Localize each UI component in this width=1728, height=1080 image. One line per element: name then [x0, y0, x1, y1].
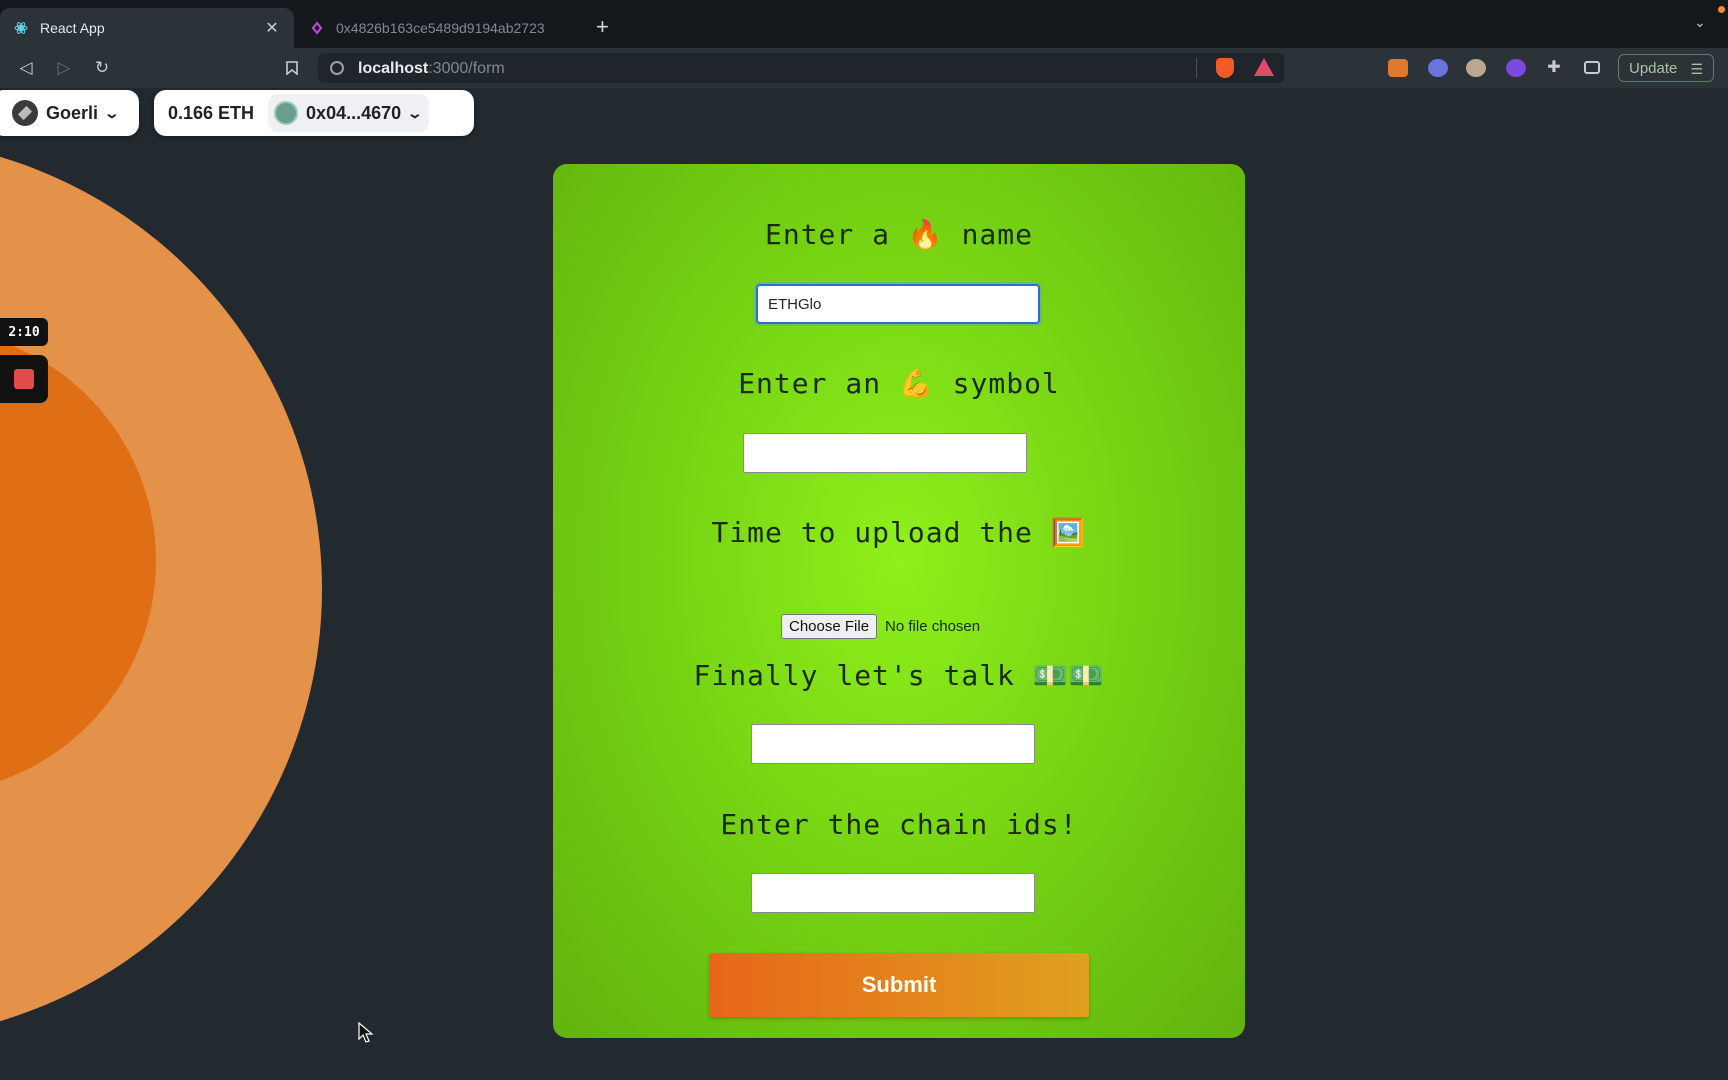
ethereum-icon — [12, 100, 38, 126]
symbol-prompt: Enter an 💪 symbol — [738, 367, 1060, 400]
chain-ids-prompt: Enter the chain ids! — [720, 808, 1078, 841]
url-text: localhost:3000/form — [358, 60, 505, 77]
stop-icon — [14, 369, 34, 389]
address-bar[interactable]: localhost:3000/form — [318, 53, 1284, 83]
menu-icon[interactable]: ☰ — [1690, 61, 1703, 78]
reload-icon[interactable]: ↻ — [88, 54, 116, 82]
page-viewport: Goerli ⌄ 0.166 ETH 0x04...4670 ⌄ 2:10 En… — [0, 88, 1728, 1080]
tab-title: 0x4826b163ce5489d9194ab2723 — [336, 20, 545, 36]
chain-favicon-icon — [310, 21, 324, 35]
avatar — [274, 101, 299, 125]
divider — [1196, 58, 1197, 78]
mouse-cursor-icon — [358, 1022, 374, 1043]
address-box[interactable]: 0x04...4670 ⌄ — [268, 94, 429, 132]
forward-icon[interactable]: ▷ — [50, 54, 78, 82]
react-favicon-icon — [14, 21, 28, 35]
tab-react-app[interactable]: React App ✕ — [0, 8, 294, 48]
site-info-icon[interactable] — [330, 61, 344, 75]
name-input[interactable] — [756, 284, 1040, 324]
name-prompt: Enter a 🔥 name — [764, 218, 1033, 251]
chevron-down-icon: ⌄ — [103, 104, 121, 121]
wallet-address: 0x04...4670 — [306, 102, 402, 123]
chevron-down-icon[interactable]: ⌄ — [1694, 14, 1706, 31]
recording-timer: 2:10 — [0, 318, 48, 346]
bookmark-icon[interactable] — [278, 54, 306, 82]
update-button[interactable]: Update ☰ — [1618, 54, 1714, 82]
brave-shield-icon[interactable] — [1216, 58, 1234, 78]
extension-icon[interactable] — [1466, 59, 1486, 77]
chevron-down-icon: ⌄ — [406, 104, 424, 121]
browser-toolbar: ◁ ▷ ↻ localhost:3000/form ✚ Update ☰ — [0, 48, 1728, 88]
file-upload: Choose File No file chosen — [781, 614, 980, 639]
chain-ids-input[interactable] — [751, 873, 1035, 913]
metamask-extension-icon[interactable] — [1388, 59, 1408, 77]
network-selector-button[interactable]: Goerli ⌄ — [0, 90, 139, 136]
image-prompt: Time to upload the 🖼️ — [711, 516, 1087, 549]
wallet-balance: 0.166 ETH — [168, 102, 255, 123]
amount-input[interactable] — [751, 724, 1035, 764]
account-button[interactable]: 0.166 ETH 0x04...4670 ⌄ — [154, 90, 474, 136]
tab-title: React App — [40, 20, 105, 36]
browser-tab-bar: React App ✕ 0x4826b163ce5489d9194ab2723 … — [0, 0, 1728, 48]
brave-rewards-icon[interactable] — [1254, 58, 1274, 76]
recording-dot-icon — [1718, 6, 1725, 13]
token-form-card: Enter a 🔥 name Enter an 💪 symbol Time to… — [553, 164, 1245, 1038]
sidebar-toggle-icon[interactable] — [1584, 61, 1600, 74]
choose-file-button[interactable]: Choose File — [781, 614, 878, 639]
submit-button[interactable]: Submit — [709, 953, 1089, 1017]
extension-icon[interactable] — [1506, 59, 1526, 77]
back-icon[interactable]: ◁ — [12, 54, 40, 82]
extension-icon[interactable] — [1428, 59, 1448, 77]
money-prompt: Finally let's talk 💵💵 — [693, 659, 1105, 692]
network-name: Goerli — [46, 102, 99, 123]
new-tab-plus-icon[interactable]: + — [596, 14, 609, 40]
symbol-input[interactable] — [743, 433, 1027, 473]
stop-recording-button[interactable] — [0, 355, 48, 403]
tab-contract[interactable]: 0x4826b163ce5489d9194ab2723 — [296, 8, 584, 48]
file-status: No file chosen — [885, 618, 981, 635]
close-tab-icon[interactable]: ✕ — [264, 18, 280, 38]
puzzle-extensions-icon[interactable]: ✚ — [1544, 59, 1564, 77]
